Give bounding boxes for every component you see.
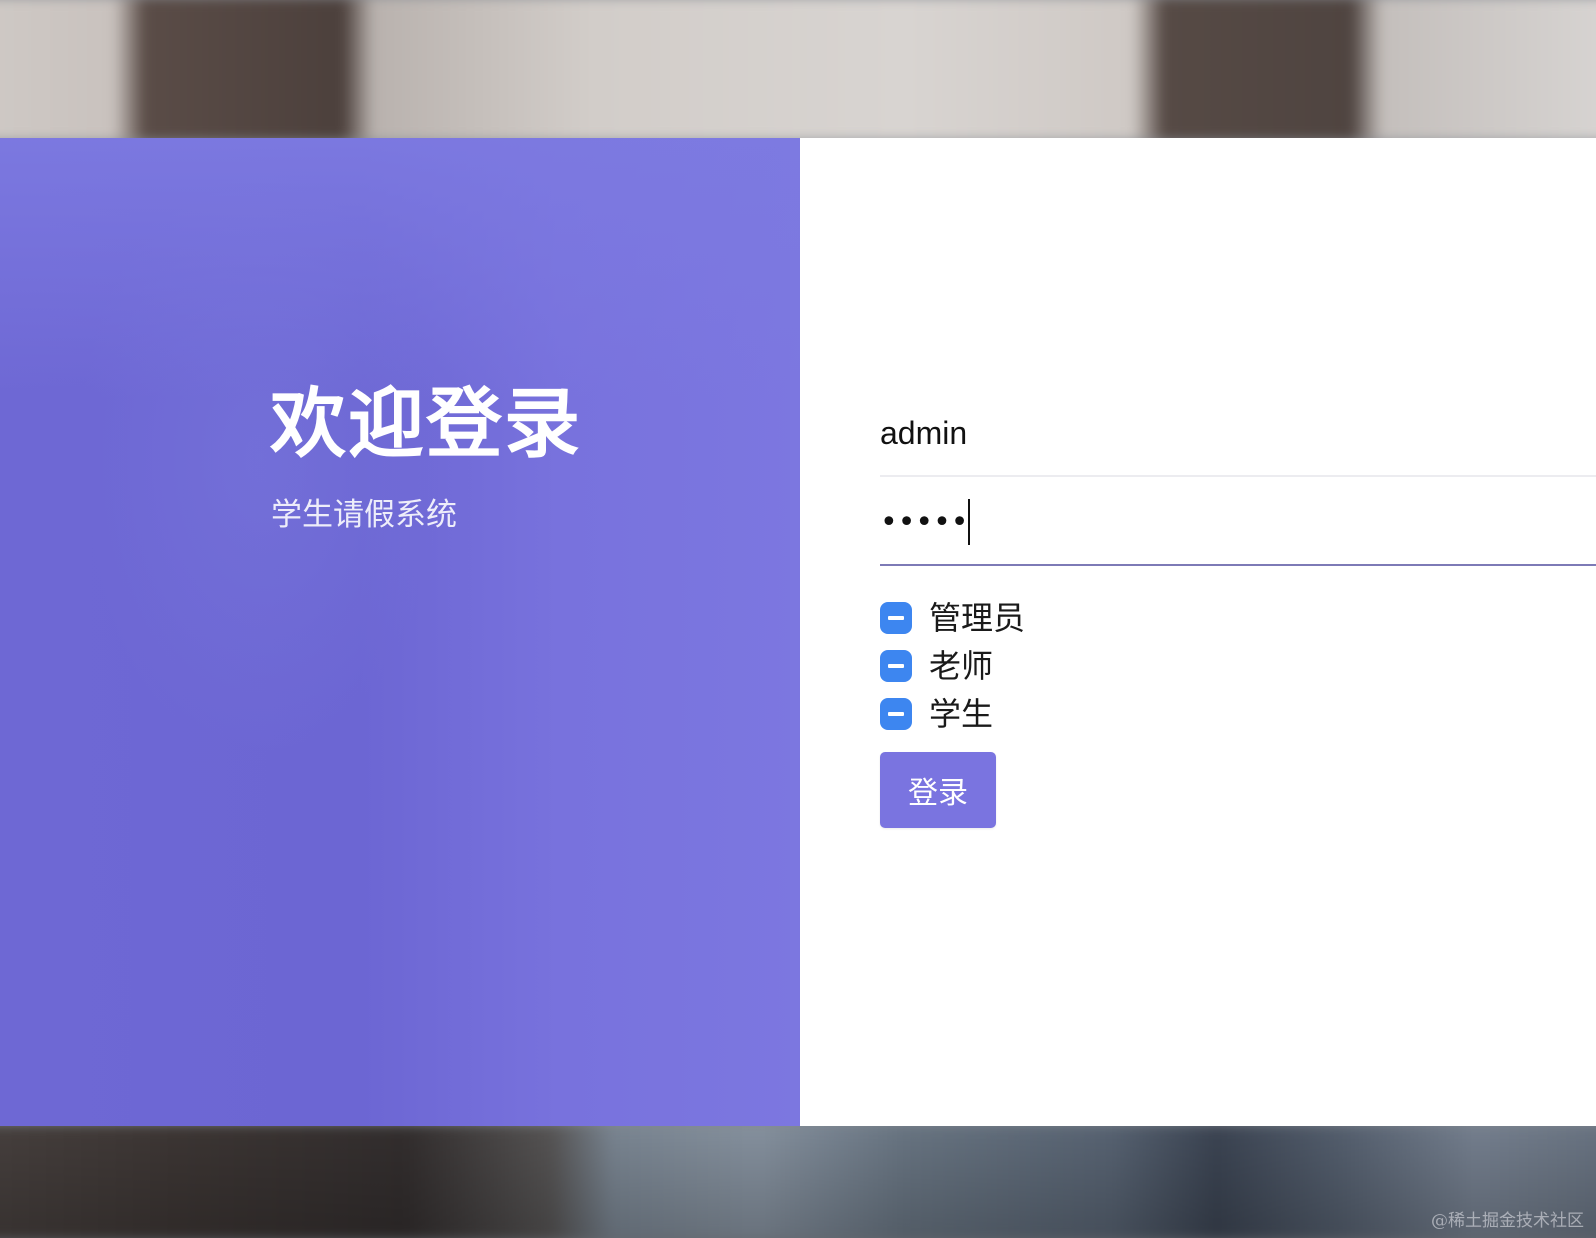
role-checkbox-group: 管理员 老师 学生 <box>880 594 1025 738</box>
minus-icon <box>888 664 904 668</box>
role-option-admin[interactable]: 管理员 <box>880 594 1025 642</box>
welcome-panel: 欢迎登录 学生请假系统 <box>0 138 800 1126</box>
password-masked-value: ••••• <box>880 504 969 540</box>
login-button[interactable]: 登录 <box>880 752 996 828</box>
login-form-panel: ••••• 管理员 老师 学生 登录 <box>800 138 1596 1126</box>
password-underline-active <box>880 564 1596 566</box>
indeterminate-checkbox-icon[interactable] <box>880 698 912 730</box>
role-label-admin: 管理员 <box>929 599 1026 637</box>
login-page: 欢迎登录 学生请假系统 ••••• 管理员 老师 学生 登录 @稀土掘金技术社区 <box>0 0 1596 1238</box>
text-caret <box>968 499 971 545</box>
role-label-student: 学生 <box>929 695 994 733</box>
indeterminate-checkbox-icon[interactable] <box>880 602 912 634</box>
minus-icon <box>888 712 904 716</box>
role-label-teacher: 老师 <box>929 647 994 685</box>
username-input[interactable] <box>880 408 1596 458</box>
minus-icon <box>888 616 904 620</box>
indeterminate-checkbox-icon[interactable] <box>880 650 912 682</box>
welcome-title: 欢迎登录 <box>270 379 582 468</box>
watermark: @稀土掘金技术社区 <box>1431 1211 1584 1231</box>
background-photo-top <box>0 0 1596 141</box>
role-option-teacher[interactable]: 老师 <box>880 642 1025 690</box>
username-underline <box>880 475 1596 477</box>
password-input[interactable]: ••••• <box>880 496 1596 548</box>
background-shade <box>0 1126 1596 1238</box>
role-option-student[interactable]: 学生 <box>880 690 1025 738</box>
panel-glow <box>0 138 800 398</box>
welcome-subtitle: 学生请假系统 <box>271 497 457 533</box>
